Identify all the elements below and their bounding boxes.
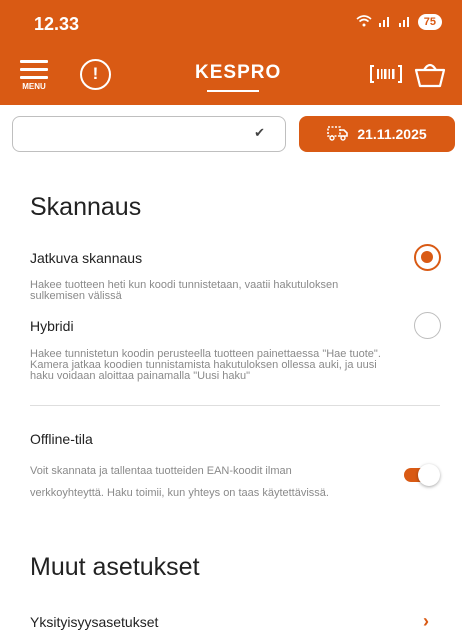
option-label-continuous: Jatkuva skannaus [30,250,143,266]
section-title-other-settings: Muut asetukset [30,553,200,581]
toggle-knob [418,464,440,486]
cart-icon[interactable] [414,58,446,90]
logo-underline [207,90,259,92]
delivery-date-button[interactable]: 21.11.2025 [299,116,455,152]
divider [30,405,440,406]
signal-icon-2 [398,15,412,30]
option-label-hybrid: Hybridi [30,318,74,334]
barcode-scan-icon[interactable] [370,64,402,84]
customer-select[interactable]: ✔ [12,116,286,152]
status-icons: 75 [356,14,442,30]
battery-indicator: 75 [417,14,442,30]
alert-icon[interactable]: ! [80,59,111,90]
offline-mode-desc: Voit skannata ja tallentaa tuotteiden EA… [30,465,329,499]
chevron-down-icon: ✔ [254,125,265,140]
offline-mode-label: Offline-tila [30,431,93,447]
section-title-scanning: Skannaus [30,193,142,221]
app-header: 12.33 75 MENU ! KESPRO [0,0,462,105]
wifi-icon [356,14,372,30]
privacy-settings-item[interactable]: Yksityisyysasetukset [30,614,158,630]
option-desc-continuous: Hakee tuotteen heti kun koodi tunnisteta… [30,279,339,302]
chevron-right-icon[interactable]: › [423,611,429,632]
offline-mode-toggle[interactable] [404,462,440,486]
radio-hybrid-scan[interactable] [414,312,441,339]
status-time: 12.33 [34,14,80,34]
option-desc-hybrid: Hakee tunnistetun koodin perusteella tuo… [30,348,381,382]
menu-label: MENU [22,82,46,91]
delivery-date-label: 21.11.2025 [357,126,427,142]
menu-button[interactable]: MENU [18,58,52,94]
radio-continuous-scan[interactable] [414,244,441,271]
kespro-logo: KESPRO [195,62,282,83]
signal-icon [378,15,392,30]
truck-icon [327,125,349,144]
